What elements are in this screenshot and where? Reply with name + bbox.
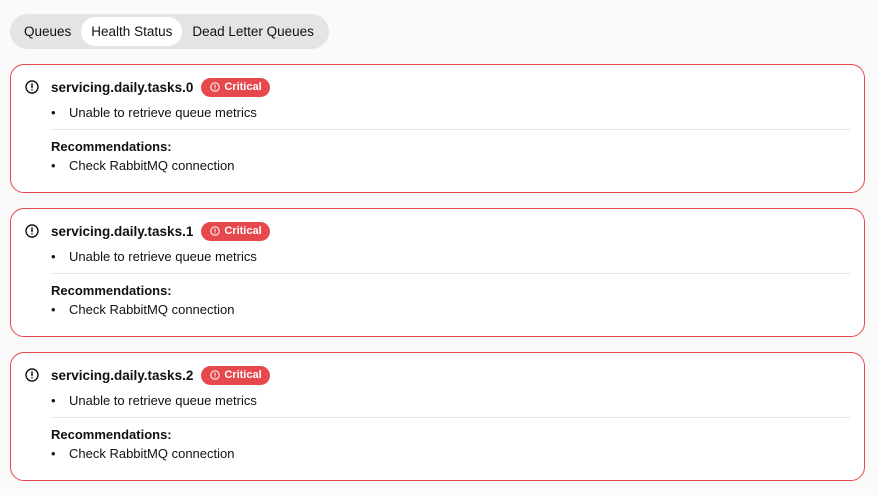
status-badge: Critical bbox=[201, 77, 270, 97]
recommendation-item: • Check RabbitMQ connection bbox=[51, 446, 234, 461]
recommendation-text: Check RabbitMQ connection bbox=[69, 302, 235, 317]
issue-item: • Unable to retrieve queue metrics bbox=[51, 105, 257, 120]
alert-circle-icon bbox=[25, 224, 39, 238]
issue-text: Unable to retrieve queue metrics bbox=[69, 249, 257, 264]
alert-circle-icon bbox=[25, 368, 39, 382]
alert-circle-icon bbox=[210, 226, 221, 236]
issue-item: • Unable to retrieve queue metrics bbox=[51, 249, 257, 264]
issue-item: • Unable to retrieve queue metrics bbox=[51, 393, 257, 408]
status-badge-label: Critical bbox=[224, 81, 262, 93]
queue-name: servicing.daily.tasks.0 bbox=[51, 79, 194, 95]
alert-circle-icon bbox=[210, 82, 221, 92]
recommendations-heading: Recommendations: bbox=[51, 283, 172, 298]
recommendation-text: Check RabbitMQ connection bbox=[69, 158, 235, 173]
tab-queues[interactable]: Queues bbox=[14, 17, 81, 46]
recommendation-text: Check RabbitMQ connection bbox=[69, 446, 235, 461]
card-header: servicing.daily.tasks.0 Critical bbox=[25, 77, 270, 97]
recommendations-heading: Recommendations: bbox=[51, 427, 172, 442]
queue-name: servicing.daily.tasks.2 bbox=[51, 367, 194, 383]
tab-health-status[interactable]: Health Status bbox=[81, 17, 183, 46]
bullet: • bbox=[51, 446, 56, 461]
divider bbox=[51, 273, 850, 274]
status-badge: Critical bbox=[201, 365, 270, 385]
recommendations-heading: Recommendations: bbox=[51, 139, 172, 154]
card-header: servicing.daily.tasks.1 Critical bbox=[25, 221, 270, 241]
card-header: servicing.daily.tasks.2 Critical bbox=[25, 365, 270, 385]
bullet: • bbox=[51, 105, 56, 120]
divider bbox=[51, 129, 850, 130]
bullet: • bbox=[51, 249, 56, 264]
alert-circle-icon bbox=[25, 80, 39, 94]
status-badge-label: Critical bbox=[224, 225, 262, 237]
queue-name: servicing.daily.tasks.1 bbox=[51, 223, 194, 239]
bullet: • bbox=[51, 393, 56, 408]
recommendation-item: • Check RabbitMQ connection bbox=[51, 158, 234, 173]
issue-text: Unable to retrieve queue metrics bbox=[69, 393, 257, 408]
status-badge-label: Critical bbox=[224, 369, 262, 381]
queue-health-card: servicing.daily.tasks.2 Critical • Unabl… bbox=[10, 352, 865, 481]
divider bbox=[51, 417, 850, 418]
tab-bar: Queues Health Status Dead Letter Queues bbox=[10, 14, 329, 49]
alert-circle-icon bbox=[210, 370, 221, 380]
bullet: • bbox=[51, 302, 56, 317]
recommendation-item: • Check RabbitMQ connection bbox=[51, 302, 234, 317]
queue-health-card: servicing.daily.tasks.1 Critical • Unabl… bbox=[10, 208, 865, 337]
queue-health-card: servicing.daily.tasks.0 Critical • Unabl… bbox=[10, 64, 865, 193]
status-badge: Critical bbox=[201, 221, 270, 241]
tab-dead-letter-queues[interactable]: Dead Letter Queues bbox=[182, 17, 324, 46]
bullet: • bbox=[51, 158, 56, 173]
issue-text: Unable to retrieve queue metrics bbox=[69, 105, 257, 120]
